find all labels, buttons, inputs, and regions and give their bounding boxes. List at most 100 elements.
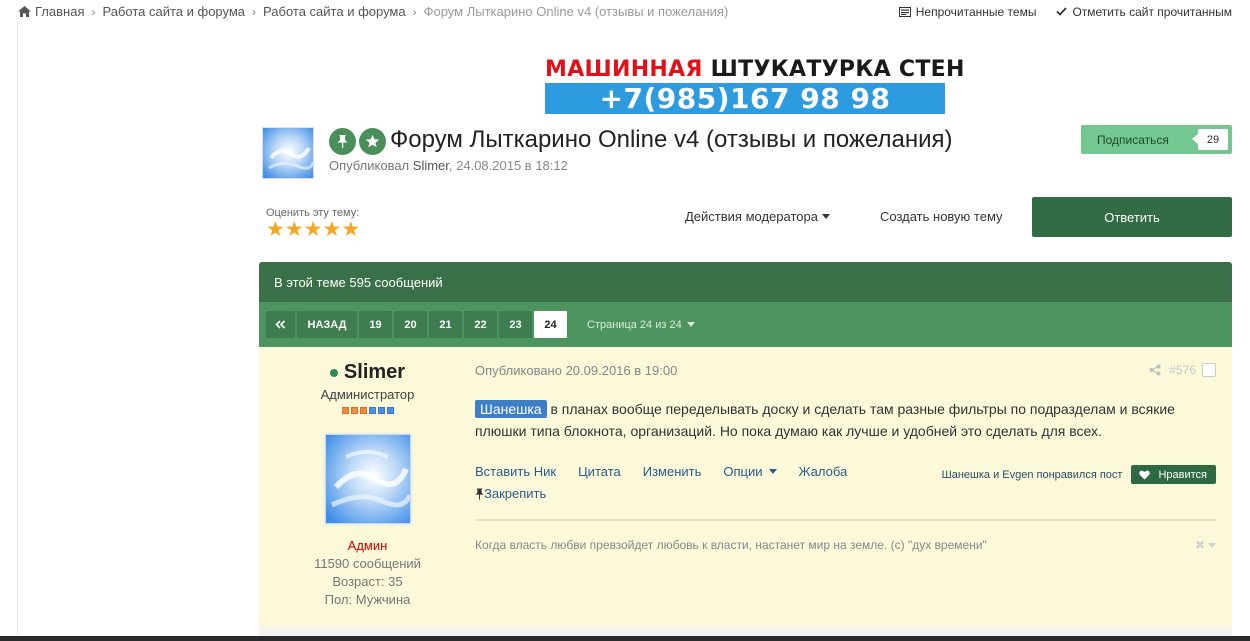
avatar-image bbox=[263, 128, 313, 178]
pagination: НАЗАД 19 20 21 22 23 24 Страница 24 из 2… bbox=[259, 302, 1232, 347]
mark-read-label: Отметить сайт прочитанным bbox=[1072, 4, 1232, 19]
follow-label: Подписаться bbox=[1097, 132, 1169, 147]
like-label: Нравится bbox=[1158, 468, 1207, 481]
chevron-right-icon: › bbox=[412, 4, 417, 19]
unread-topics-link[interactable]: Непрочитанные темы bbox=[898, 4, 1037, 19]
star-icon[interactable]: ★ bbox=[341, 219, 360, 240]
window-bottom-edge bbox=[0, 636, 1250, 641]
page-button[interactable]: 22 bbox=[464, 311, 497, 338]
post-text-line1: в планах вообще переделывать доску и сде… bbox=[546, 401, 1175, 417]
thread-count-bar: В этой теме 595 сообщений bbox=[259, 262, 1232, 302]
top-links: Непрочитанные темы Отметить сайт прочита… bbox=[879, 3, 1232, 20]
post-signature: Когда власть любви превзойдет любовь к в… bbox=[475, 538, 987, 552]
star-icon[interactable]: ★ bbox=[322, 219, 341, 240]
post-author-photo[interactable] bbox=[324, 434, 411, 524]
new-topic-link[interactable]: Создать новую тему bbox=[880, 209, 1003, 224]
pin-post-link[interactable]: Закрепить bbox=[475, 486, 546, 501]
pinned-icon bbox=[329, 128, 356, 155]
rank-pip bbox=[359, 407, 367, 414]
post-select-checkbox[interactable] bbox=[1202, 363, 1216, 377]
options-menu[interactable]: Опции bbox=[723, 464, 777, 479]
options-label: Опции bbox=[723, 464, 763, 479]
post-date: Опубликовано 20.09.2016 в 19:00 bbox=[475, 363, 678, 378]
moderator-actions-label: Действия модератора bbox=[685, 209, 818, 224]
post-author-age: Возраст: 35 bbox=[332, 574, 403, 589]
topic-author-avatar[interactable] bbox=[262, 127, 314, 179]
post-text: Шанешка в планах вообще переделывать дос… bbox=[475, 398, 1216, 442]
breadcrumb-section[interactable]: Работа сайта и форума bbox=[102, 4, 245, 19]
star-icon[interactable]: ★ bbox=[304, 219, 323, 240]
insert-nick-link[interactable]: Вставить Ник bbox=[475, 464, 556, 479]
close-icon[interactable]: ✖ bbox=[1195, 538, 1205, 552]
ad-banner[interactable]: МАШИННАЯ ШТУКАТУРКА СТЕН +7(985)167 98 9… bbox=[545, 56, 964, 114]
post-author: Slimer bbox=[259, 361, 476, 384]
report-link[interactable]: Жалоба bbox=[799, 464, 848, 479]
follow-button[interactable]: Подписаться 29 bbox=[1081, 125, 1232, 154]
like-button[interactable]: Нравится bbox=[1131, 465, 1216, 484]
featured-star-icon bbox=[359, 128, 386, 155]
chevron-right-icon: › bbox=[252, 4, 257, 19]
reply-button[interactable]: Ответить bbox=[1032, 197, 1232, 237]
caret-down-icon bbox=[768, 469, 777, 474]
page-button[interactable]: 23 bbox=[499, 311, 532, 338]
share-icon[interactable] bbox=[1149, 364, 1161, 376]
mark-read-link[interactable]: Отметить сайт прочитанным bbox=[1056, 5, 1232, 19]
ad-banner-phone: +7(985)167 98 98 bbox=[545, 83, 945, 114]
post-author-group: Админ bbox=[347, 538, 388, 553]
page-left-border bbox=[17, 22, 18, 641]
star-icon[interactable]: ★ bbox=[285, 219, 304, 240]
rank-pips bbox=[259, 407, 476, 414]
post-tools: #576 bbox=[1149, 363, 1216, 377]
current-page-button[interactable]: 24 bbox=[534, 311, 567, 338]
page-button[interactable]: 20 bbox=[394, 311, 427, 338]
star-icon[interactable]: ★ bbox=[266, 219, 285, 240]
heart-icon bbox=[1139, 470, 1151, 479]
quote-link[interactable]: Цитата bbox=[578, 464, 621, 479]
post-number-link[interactable]: #576 bbox=[1169, 363, 1196, 377]
topic-meta: Опубликовал Slimer, 24.08.2015 в 18:12 bbox=[329, 158, 568, 173]
post-author-gender: Пол: Мужчина bbox=[324, 592, 411, 607]
breadcrumb-forum[interactable]: Работа сайта и форума bbox=[263, 4, 406, 19]
moderator-actions-menu[interactable]: Действия модератора bbox=[685, 209, 830, 224]
thread-count-text: В этой теме 595 сообщений bbox=[274, 274, 443, 290]
unread-list-icon bbox=[898, 6, 911, 17]
post-author-post-count: 11590 сообщений bbox=[314, 556, 421, 571]
topic-rating: Оценить эту тему: ★ ★ ★ ★ ★ bbox=[266, 207, 360, 240]
post-author-name[interactable]: Slimer bbox=[344, 361, 405, 384]
edit-link[interactable]: Изменить bbox=[643, 464, 702, 479]
first-page-button[interactable] bbox=[266, 311, 295, 338]
ad-banner-headline: МАШИННАЯ ШТУКАТУРКА СТЕН bbox=[545, 56, 964, 83]
caret-down-icon bbox=[1208, 542, 1216, 548]
post: Slimer Администратор Админ 11590 сообщен… bbox=[259, 347, 1232, 627]
reaction-summary[interactable]: Шанешка и Evgen понравился пост bbox=[942, 469, 1123, 481]
post-author-title: Администратор bbox=[320, 387, 415, 402]
pin-label: Закрепить bbox=[484, 486, 547, 501]
double-chevron-left-icon bbox=[275, 320, 286, 329]
breadcrumb-home[interactable]: Главная bbox=[35, 4, 84, 19]
unread-topics-label: Непрочитанные темы bbox=[915, 4, 1037, 19]
page-button[interactable]: 19 bbox=[359, 311, 392, 338]
signature-divider bbox=[475, 519, 1216, 521]
page-button[interactable]: 21 bbox=[429, 311, 462, 338]
home-icon bbox=[18, 6, 31, 17]
post-author-panel: Slimer Администратор Админ 11590 сообщен… bbox=[259, 347, 476, 607]
rating-stars[interactable]: ★ ★ ★ ★ ★ bbox=[266, 219, 360, 240]
rank-pip bbox=[386, 407, 394, 414]
pin-icon bbox=[475, 488, 484, 500]
signature-tools[interactable]: ✖ bbox=[1195, 538, 1216, 552]
page-jump-dropdown[interactable]: Страница 24 из 24 bbox=[587, 319, 695, 331]
caret-down-icon bbox=[686, 322, 695, 327]
author-photo-image bbox=[325, 435, 410, 523]
post-text-line2: плюшки типа блокнота, организаций. Но по… bbox=[475, 423, 1102, 439]
topic-meta-date: , 24.08.2015 в 18:12 bbox=[448, 158, 568, 173]
prev-page-button[interactable]: НАЗАД bbox=[297, 311, 357, 338]
follower-count-badge: 29 bbox=[1192, 129, 1228, 150]
breadcrumb: Главная › Работа сайта и форума › Работа… bbox=[18, 3, 728, 20]
rank-pip bbox=[350, 407, 358, 414]
topic-meta-author[interactable]: Slimer bbox=[413, 158, 449, 173]
ad-banner-word-black: ШТУКАТУРКА СТЕН bbox=[710, 57, 965, 82]
user-mention[interactable]: Шанешка bbox=[475, 400, 547, 418]
ad-banner-word-red: МАШИННАЯ bbox=[545, 57, 703, 82]
post-reactions: Шанешка и Evgen понравился пост Нравится bbox=[942, 465, 1216, 484]
rank-pip bbox=[341, 407, 349, 414]
